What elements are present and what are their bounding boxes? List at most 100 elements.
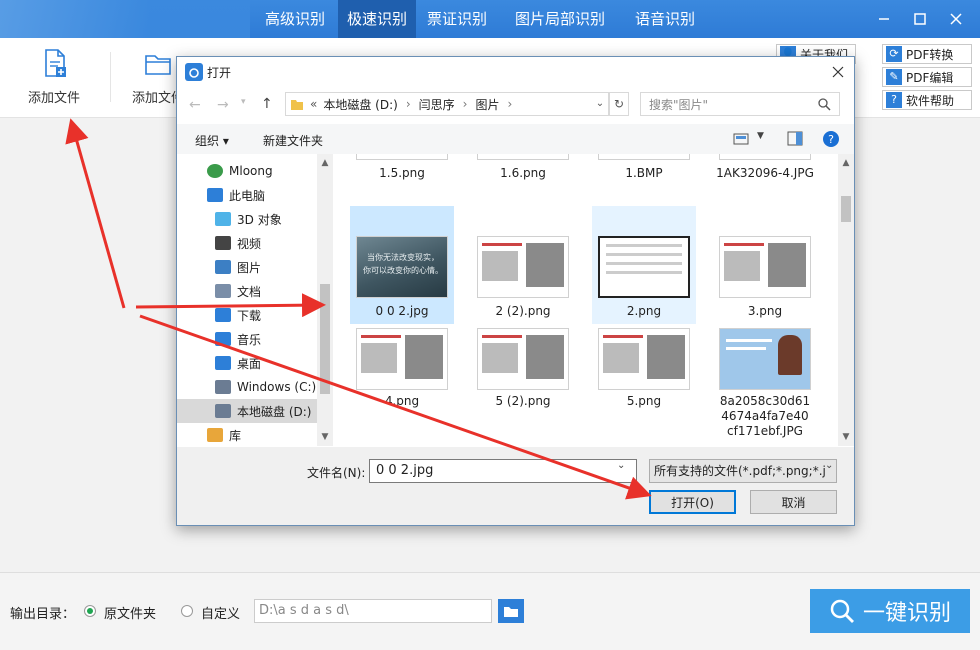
- up-arrow-icon[interactable]: ↑: [261, 96, 273, 112]
- toolbar-divider: [110, 52, 111, 102]
- tab-advanced-recognition[interactable]: 高级识别: [252, 0, 338, 38]
- file-name: 1.6.png: [500, 166, 546, 180]
- help-icon[interactable]: ?: [822, 130, 840, 148]
- nav-scrollbar[interactable]: ▲ ▼: [317, 154, 333, 446]
- tab-fast-recognition[interactable]: 极速识别: [338, 0, 416, 38]
- file-item[interactable]: 5.png: [592, 326, 696, 446]
- files-scroll-thumb[interactable]: [841, 196, 851, 222]
- close-app-button[interactable]: [938, 0, 974, 38]
- pdf-convert-button[interactable]: ⟳ PDF转换: [882, 44, 972, 64]
- app-titlebar: 高级识别 极速识别 票证识别 图片局部识别 语音识别: [0, 0, 980, 38]
- file-thumbnail: 当你无法改变现实， 你可以改变你的心情。: [356, 236, 448, 298]
- search-input[interactable]: 搜索"图片": [640, 92, 840, 116]
- radio-original-folder[interactable]: [84, 605, 96, 617]
- breadcrumb-overflow[interactable]: «: [310, 97, 317, 111]
- maximize-icon: [914, 13, 926, 25]
- nav-item[interactable]: 此电脑: [177, 183, 317, 207]
- nav-item[interactable]: 3D 对象: [177, 207, 317, 231]
- file-name: 1.BMP: [625, 166, 663, 180]
- nav-item[interactable]: 库: [177, 423, 317, 447]
- chevron-down-icon[interactable]: ▼: [757, 131, 764, 141]
- nav-item[interactable]: 视频: [177, 231, 317, 255]
- file-name: 4.png: [384, 394, 420, 408]
- dialog-title: 打开: [207, 66, 232, 80]
- filename-label: 文件名(N):: [307, 466, 366, 480]
- drive-icon: [215, 380, 231, 394]
- file-item[interactable]: 1AK32096-4.JPG: [713, 154, 817, 214]
- file-thumbnail: [356, 328, 448, 390]
- nav-item-label: Windows (C:): [237, 380, 317, 394]
- maximize-button[interactable]: [902, 0, 938, 38]
- nav-item[interactable]: 图片: [177, 255, 317, 279]
- scroll-down-icon[interactable]: ▼: [317, 430, 333, 444]
- output-path-input[interactable]: D:\a s d a s d\: [254, 599, 492, 623]
- radio-custom[interactable]: [181, 605, 193, 617]
- pdf-convert-label: PDF转换: [906, 47, 954, 62]
- file-item[interactable]: 4.png: [350, 326, 454, 446]
- pencil-icon: ✎: [886, 69, 902, 85]
- file-item[interactable]: 3.png: [713, 206, 817, 324]
- browse-folder-button[interactable]: [498, 599, 524, 623]
- chevron-down-icon[interactable]: ▾: [241, 97, 246, 107]
- library-icon: [207, 428, 223, 442]
- breadcrumb-drive[interactable]: 本地磁盘 (D:): [323, 96, 397, 113]
- breadcrumb-folder[interactable]: 闫思序: [419, 96, 455, 113]
- preview-pane-icon[interactable]: [787, 131, 803, 146]
- scroll-down-icon[interactable]: ▼: [838, 430, 854, 444]
- computer-icon: [207, 188, 223, 202]
- file-item[interactable]: 5 (2).png: [471, 326, 575, 446]
- arrow-to-add-file: [65, 118, 126, 309]
- file-item[interactable]: 1.5.png: [350, 154, 454, 214]
- cancel-button[interactable]: 取消: [750, 490, 837, 514]
- nav-item[interactable]: 桌面: [177, 351, 317, 375]
- help-button[interactable]: ? 软件帮助: [882, 90, 972, 110]
- filename-input[interactable]: 0 0 2.jpg: [369, 459, 637, 483]
- address-bar[interactable]: « 本地磁盘 (D:) › 闫思序 › 图片 ›: [285, 92, 609, 116]
- file-item[interactable]: 8a2058c30d614674a4fa7e40cf171ebf.JPG: [713, 326, 817, 446]
- file-item[interactable]: 2 (2).png: [471, 206, 575, 324]
- minimize-button[interactable]: [866, 0, 902, 38]
- back-arrow-icon[interactable]: ←: [189, 97, 201, 113]
- add-file-button[interactable]: 添加文件: [14, 48, 94, 108]
- close-icon[interactable]: [832, 66, 844, 78]
- nav-item[interactable]: Mloong: [177, 159, 317, 183]
- nav-scroll-thumb[interactable]: [320, 284, 330, 394]
- tab-ticket-recognition[interactable]: 票证识别: [416, 0, 498, 38]
- scroll-up-icon[interactable]: ▲: [838, 156, 854, 170]
- new-folder-button[interactable]: 新建文件夹: [263, 132, 323, 149]
- nav-item[interactable]: 下载: [177, 303, 317, 327]
- picture-icon: [215, 260, 231, 274]
- file-item[interactable]: 2.png: [592, 206, 696, 324]
- breadcrumb-separator-icon: ›: [507, 97, 513, 111]
- chevron-down-icon[interactable]: ⌄: [617, 460, 625, 471]
- breadcrumb-current[interactable]: 图片: [475, 96, 499, 113]
- nav-item[interactable]: 文档: [177, 279, 317, 303]
- scroll-up-icon[interactable]: ▲: [317, 156, 333, 170]
- file-item[interactable]: 1.6.png: [471, 154, 575, 214]
- app-logo-icon: [185, 63, 203, 81]
- dialog-bottom-pane: 文件名(N): 0 0 2.jpg ⌄ 所有支持的文件(*.pdf;*.png;…: [177, 447, 854, 525]
- pdf-edit-button[interactable]: ✎ PDF编辑: [882, 67, 972, 87]
- file-type-select[interactable]: 所有支持的文件(*.pdf;*.png;*.j: [649, 459, 837, 483]
- chevron-down-icon[interactable]: ⌄: [825, 460, 833, 471]
- title-area: [0, 0, 250, 38]
- open-button[interactable]: 打开(O): [649, 490, 736, 514]
- organize-menu[interactable]: 组织 ▾: [195, 132, 229, 149]
- refresh-icon[interactable]: ↻: [609, 92, 629, 116]
- tab-partial-image-recognition[interactable]: 图片局部识别: [500, 0, 620, 38]
- file-name: 2 (2).png: [495, 304, 551, 318]
- file-item[interactable]: 1.BMP: [592, 154, 696, 214]
- forward-arrow-icon[interactable]: →: [217, 97, 229, 113]
- address-dropdown-icon[interactable]: ⌄: [591, 93, 609, 115]
- files-scrollbar[interactable]: ▲ ▼: [838, 154, 854, 446]
- music-icon: [215, 332, 231, 346]
- nav-item[interactable]: 本地磁盘 (D:): [177, 399, 317, 423]
- one-click-recognize-button[interactable]: 一键识别: [810, 589, 970, 633]
- view-options-icon[interactable]: [733, 132, 749, 146]
- tab-voice-recognition[interactable]: 语音识别: [622, 0, 708, 38]
- drive-icon: [215, 404, 231, 418]
- file-item[interactable]: 当你无法改变现实， 你可以改变你的心情。 0 0 2.jpg: [350, 206, 454, 324]
- file-name: 3.png: [747, 304, 783, 318]
- nav-item[interactable]: 音乐: [177, 327, 317, 351]
- nav-item[interactable]: Windows (C:): [177, 375, 317, 399]
